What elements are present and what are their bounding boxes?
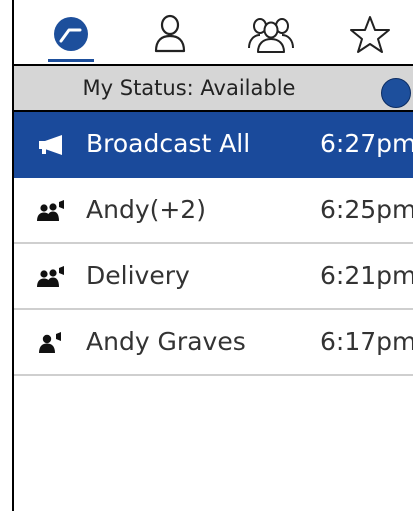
group-talk-icon: [36, 198, 66, 224]
app-window: My Status: Available Broadcast All 6:27p…: [12, 0, 413, 511]
group-icon: [248, 18, 294, 53]
tab-bar: [14, 0, 413, 64]
star-icon: [350, 16, 390, 53]
person-icon: [154, 14, 186, 53]
conversation-row[interactable]: Delivery 6:21pm: [14, 244, 413, 310]
conversation-time: 6:25pm: [320, 195, 413, 224]
megaphone-icon: [36, 132, 66, 158]
conversation-name: Andy Graves: [86, 327, 246, 356]
conversation-time: 6:27pm: [320, 129, 413, 158]
conversation-row[interactable]: Andy(+2) 6:25pm: [14, 178, 413, 244]
conversation-row[interactable]: Broadcast All 6:27pm: [14, 112, 413, 178]
person-talk-icon: [36, 330, 66, 356]
conversation-name: Broadcast All: [86, 129, 251, 158]
status-label: My Status: Available: [82, 76, 296, 100]
clock-icon: [54, 17, 88, 51]
tab-favorites[interactable]: [345, 10, 395, 58]
empty-list-area: [14, 376, 413, 511]
conversation-time: 6:21pm: [320, 261, 413, 290]
tab-contacts[interactable]: [145, 10, 195, 58]
status-bar[interactable]: My Status: Available: [14, 64, 413, 112]
conversation-time: 6:17pm: [320, 327, 413, 356]
tab-recents[interactable]: [46, 10, 96, 58]
conversation-name: Delivery: [86, 261, 190, 290]
conversation-row[interactable]: Andy Graves 6:17pm: [14, 310, 413, 376]
tab-groups[interactable]: [246, 10, 296, 58]
active-tab-indicator: [48, 59, 94, 62]
group-talk-icon: [36, 264, 66, 290]
status-indicator[interactable]: [381, 78, 411, 108]
conversation-name: Andy(+2): [86, 195, 206, 224]
